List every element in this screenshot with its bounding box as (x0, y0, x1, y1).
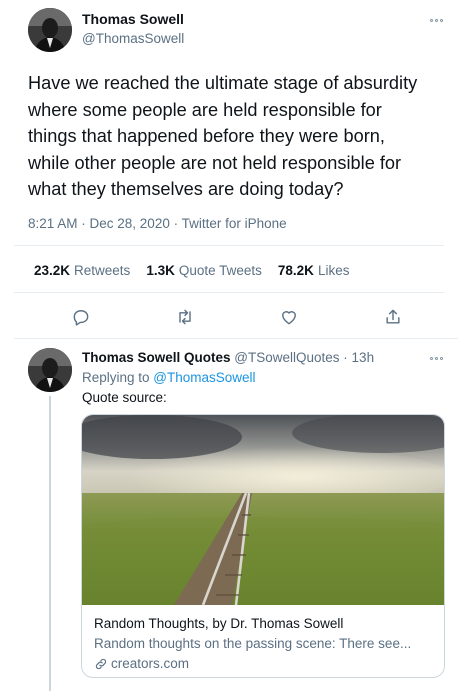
replying-to: Replying to @ThomasSowell (82, 370, 256, 385)
reply-author-handle[interactable]: @TSowellQuotes (234, 350, 339, 365)
retweet-button[interactable] (174, 306, 196, 328)
retweet-icon (179, 309, 191, 325)
quotes-count: 1.3K (146, 263, 175, 278)
author-name[interactable]: Thomas Sowell (82, 11, 184, 27)
avatar-photo (28, 348, 72, 392)
reply-time[interactable]: 13h (352, 350, 375, 365)
link-card[interactable]: Random Thoughts, by Dr. Thomas Sowell Ra… (81, 414, 445, 678)
more-options-icon[interactable] (426, 352, 446, 364)
card-domain-row: creators.com (94, 654, 432, 674)
reply-header: Thomas Sowell Quotes @TSowellQuotes · 13… (82, 350, 374, 365)
tweet-text: Have we reached the ultimate stage of ab… (28, 70, 456, 203)
card-domain[interactable]: creators.com (111, 654, 189, 674)
tweet-timestamp[interactable]: 8:21 AM · Dec 28, 2020 · Twitter for iPh… (28, 216, 287, 231)
retweets-count: 23.2K (34, 263, 71, 278)
divider (14, 292, 444, 293)
author-handle[interactable]: @ThomasSowell (82, 31, 184, 46)
reply-author-name[interactable]: Thomas Sowell Quotes (82, 350, 231, 365)
time-separator: · (339, 350, 352, 365)
reply-text: Quote source: (82, 390, 167, 405)
retweets-label: Retweets (74, 263, 131, 278)
share-icon (386, 309, 400, 324)
quote-tweets-stat[interactable]: 1.3K Quote Tweets (146, 262, 262, 280)
thread-line (49, 396, 51, 691)
like-icon (282, 311, 296, 325)
divider (14, 338, 458, 339)
link-icon (95, 658, 107, 670)
likes-label: Likes (317, 263, 350, 278)
replying-to-label: Replying to (82, 370, 154, 385)
tweet-text-line: while other people are not held responsi… (28, 152, 402, 173)
tweet-stats: 23.2K Retweets 1.3K Quote Tweets 78.2K Like… (34, 262, 349, 280)
reply-author-avatar[interactable] (28, 348, 72, 392)
share-button[interactable] (382, 306, 404, 328)
quotes-label: Quote Tweets (178, 263, 262, 278)
likes-stat[interactable]: 78.2K Likes (278, 262, 350, 280)
likes-count: 78.2K (277, 263, 314, 278)
avatar-photo (28, 8, 72, 52)
tweet-text-line: things that happened before they were bo… (28, 126, 385, 147)
replying-to-handle[interactable]: @ThomasSowell (153, 370, 255, 385)
like-button[interactable] (278, 306, 300, 328)
retweets-stat[interactable]: 23.2K Retweets (34, 262, 130, 280)
tweet-text-line: where some people are held responsible f… (28, 99, 382, 120)
card-description: Random thoughts on the passing scene: Th… (94, 636, 412, 651)
reply-icon (73, 310, 89, 326)
railway-landscape-image (82, 415, 444, 605)
card-title: Random Thoughts, by Dr. Thomas Sowell (94, 616, 344, 631)
author-avatar[interactable] (28, 8, 72, 52)
tweet-text-line: what they themselves are doing today? (28, 179, 344, 200)
divider (14, 245, 444, 246)
card-text: Random Thoughts, by Dr. Thomas Sowell Ra… (82, 605, 444, 674)
reply-button[interactable] (70, 306, 92, 328)
tweet-text-line: Have we reached the ultimate stage of ab… (28, 73, 418, 93)
more-options-icon[interactable] (426, 14, 446, 26)
